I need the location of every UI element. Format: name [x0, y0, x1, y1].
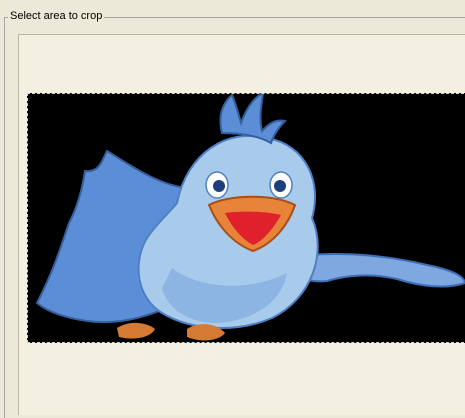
bird-left-pupil — [213, 180, 225, 192]
crop-selection-area[interactable] — [27, 93, 465, 343]
bird-right-pupil — [274, 180, 286, 192]
bird-image — [27, 93, 465, 343]
crop-group-label: Select area to crop — [8, 9, 105, 23]
